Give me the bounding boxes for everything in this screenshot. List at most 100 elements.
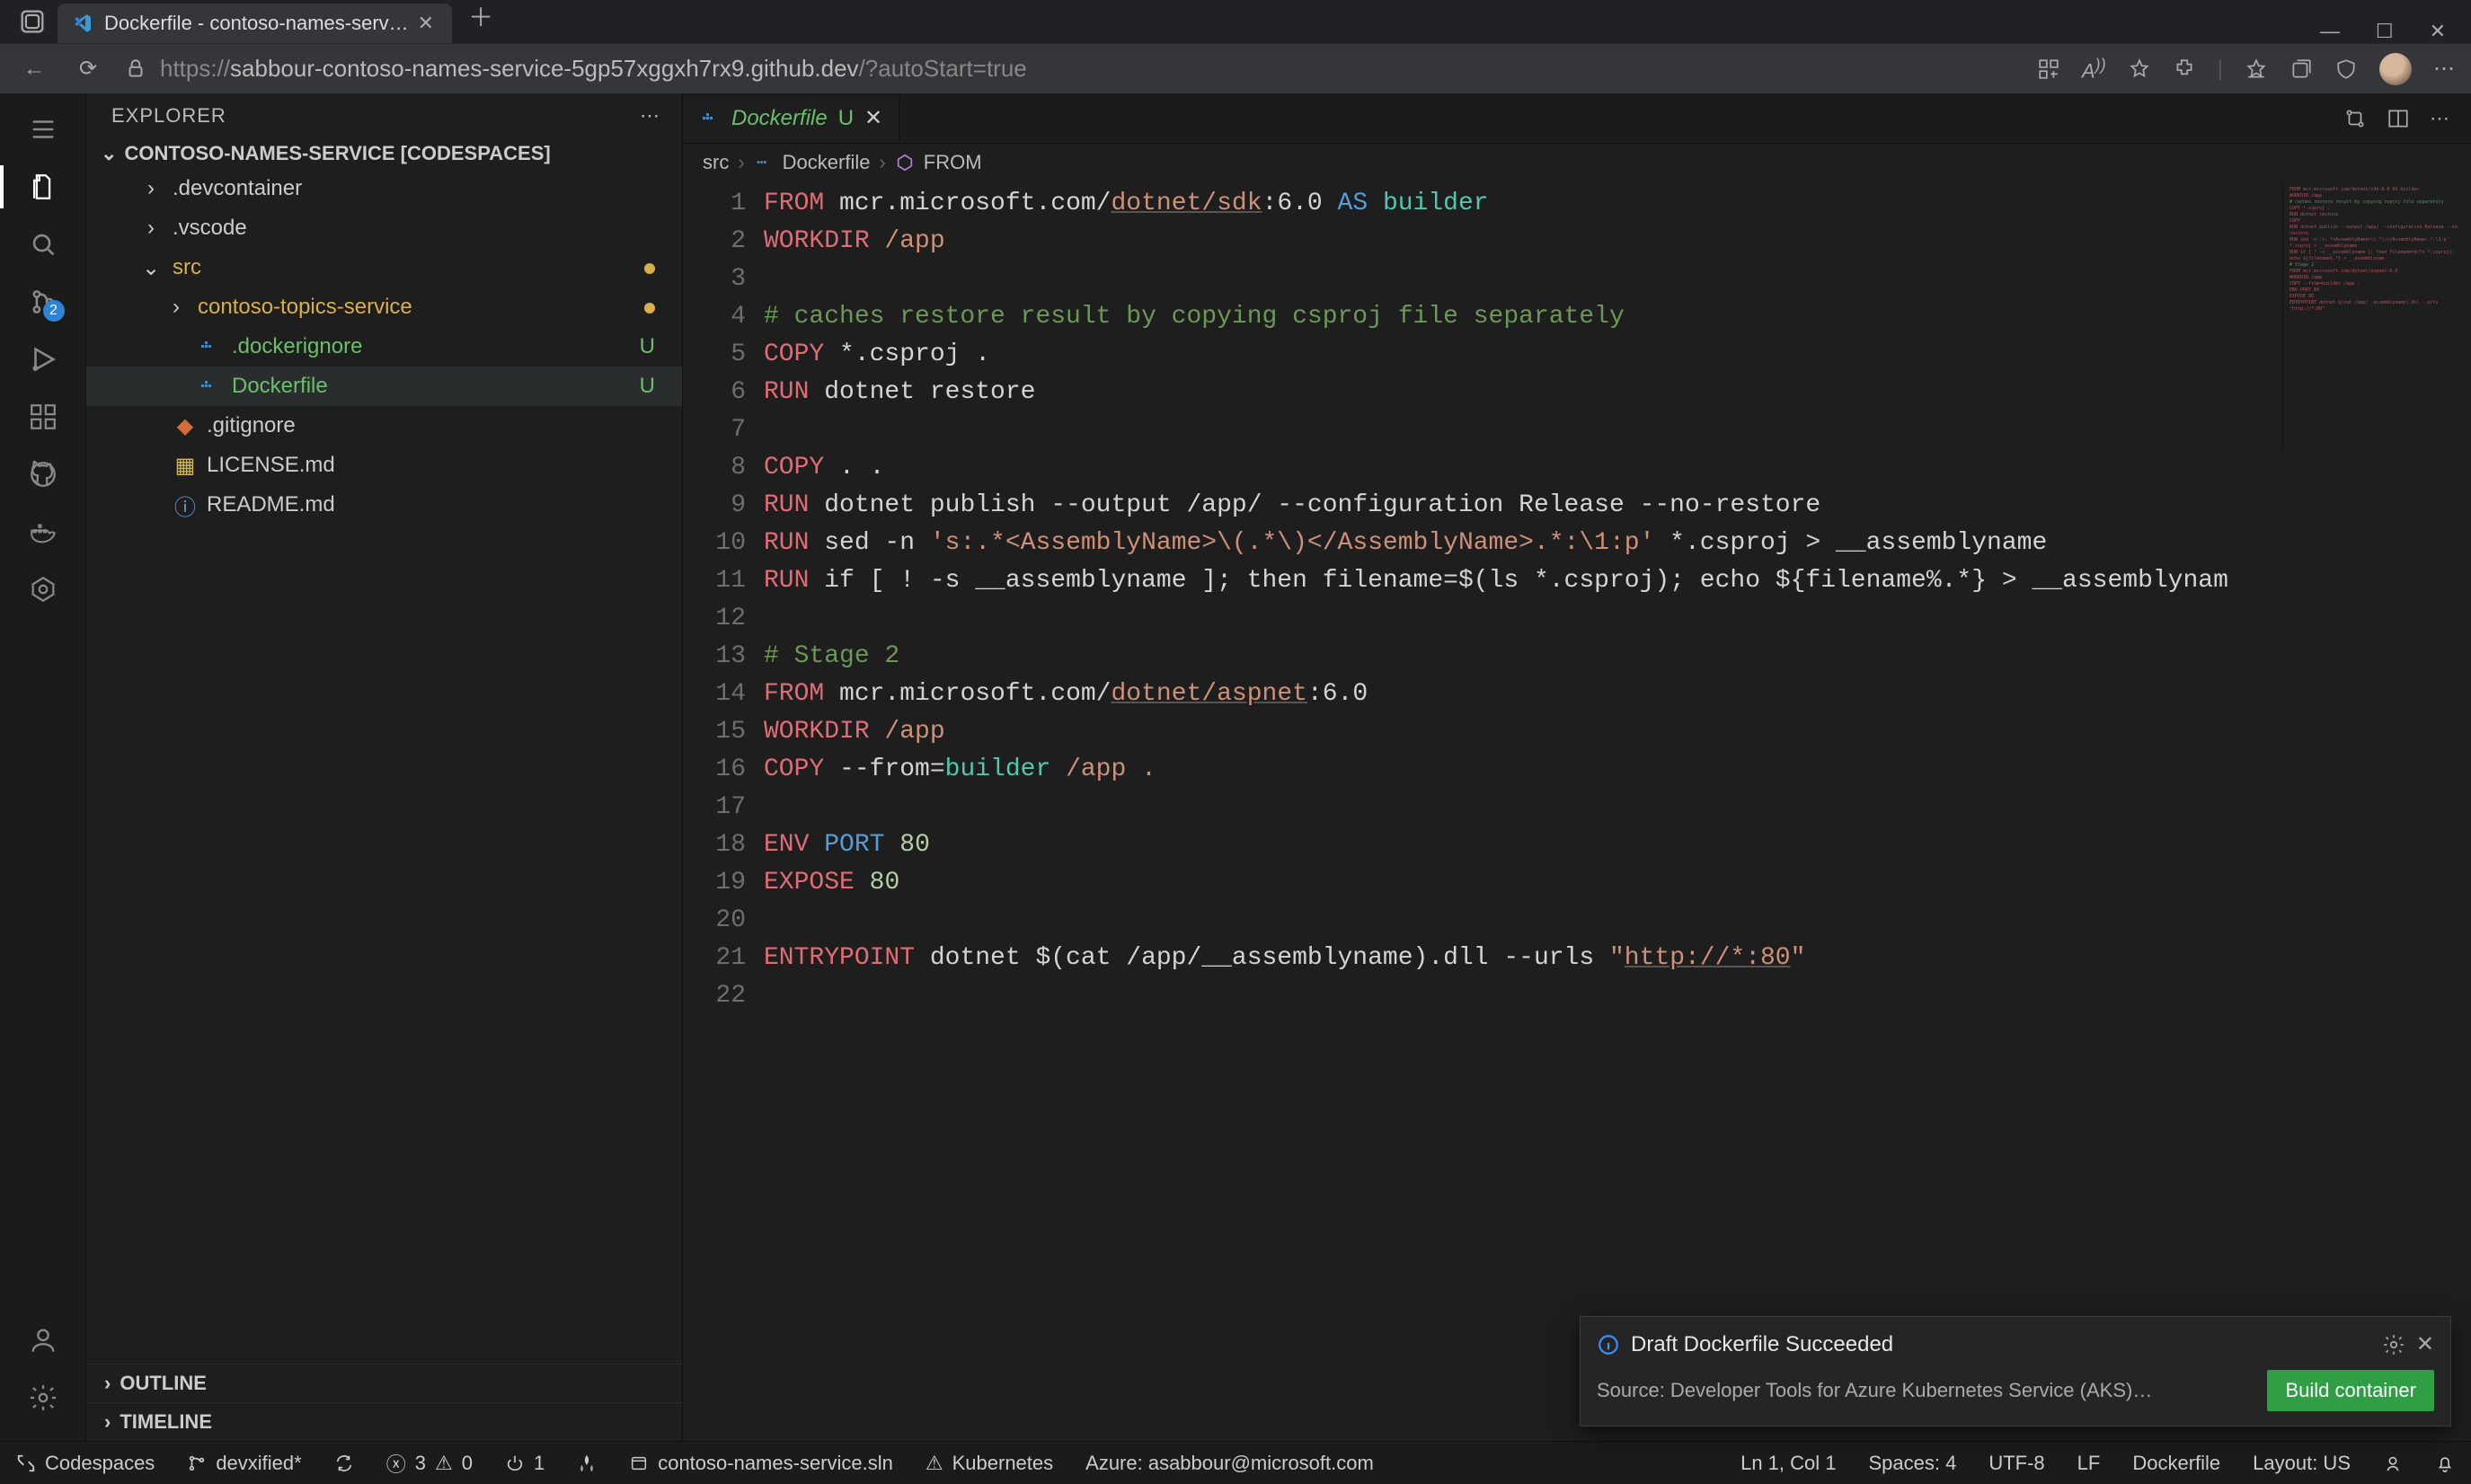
window-minimize-icon[interactable]: —: [2320, 20, 2340, 43]
status-feedback-icon[interactable]: [2367, 1453, 2419, 1473]
symbol-icon: [895, 153, 915, 172]
folder-item[interactable]: ›.vscode: [86, 208, 682, 248]
status-notifications-icon[interactable]: [2419, 1453, 2471, 1473]
editor-tab-dockerfile[interactable]: Dockerfile U ✕: [683, 96, 899, 140]
apps-icon[interactable]: [2037, 57, 2060, 81]
read-aloud-icon[interactable]: A)): [2082, 55, 2106, 83]
item-label: .devcontainer: [173, 176, 302, 201]
activity-run-debug-icon[interactable]: [18, 334, 68, 384]
status-language[interactable]: Dockerfile: [2116, 1452, 2236, 1475]
workspace-title-row[interactable]: ⌄ CONTOSO-NAMES-SERVICE [CODESPACES]: [86, 138, 682, 169]
build-container-button[interactable]: Build container: [2267, 1370, 2434, 1411]
file-item[interactable]: Dockerfile U: [86, 367, 682, 406]
source-control-badge: 2: [43, 300, 65, 322]
tab-close-icon[interactable]: ✕: [864, 105, 882, 131]
folder-item[interactable]: ›contoso-topics-service: [86, 287, 682, 327]
browser-app-icon[interactable]: [11, 0, 54, 43]
activity-extensions-icon[interactable]: [18, 392, 68, 442]
status-branch[interactable]: devxified*: [171, 1452, 317, 1475]
activity-search-icon[interactable]: [18, 219, 68, 269]
item-label: .gitignore: [207, 413, 296, 438]
editor-menu-icon[interactable]: ⋯: [2430, 107, 2449, 130]
status-ports[interactable]: 1: [489, 1452, 561, 1475]
status-problems[interactable]: ⓧ3 ⚠0: [370, 1449, 489, 1478]
status-solution[interactable]: contoso-names-service.sln: [613, 1452, 909, 1475]
file-tree: › .devcontainer ›.vscode ⌄ src ›contoso-topic…: [86, 169, 682, 1364]
window-close-icon[interactable]: ✕: [2430, 20, 2446, 43]
timeline-section[interactable]: › TIMELINE: [86, 1402, 682, 1441]
shield-icon[interactable]: [2334, 57, 2358, 81]
code-editor[interactable]: 12345678910111213141516171819202122 FROM…: [683, 181, 2471, 1441]
collections-icon[interactable]: [2289, 57, 2313, 81]
breadcrumb[interactable]: src › Dockerfile › FROM: [683, 144, 2471, 181]
split-editor-icon[interactable]: [2387, 107, 2410, 130]
activity-source-control-icon[interactable]: 2: [18, 277, 68, 327]
extensions-icon[interactable]: [2173, 57, 2196, 81]
item-label: LICENSE.md: [207, 453, 335, 478]
info-icon: ⓘ: [173, 490, 198, 521]
item-label: Dockerfile: [232, 374, 328, 399]
status-encoding[interactable]: UTF-8: [1972, 1452, 2060, 1475]
tab-close-icon[interactable]: ✕: [418, 12, 434, 35]
status-layout[interactable]: Layout: US: [2236, 1452, 2367, 1475]
lock-icon: [124, 57, 147, 81]
git-icon: ◆: [173, 413, 198, 439]
activity-docker-icon[interactable]: [18, 507, 68, 557]
activity-github-icon[interactable]: [18, 449, 68, 499]
window-maximize-icon[interactable]: ☐: [2376, 20, 2394, 43]
status-kubernetes[interactable]: ⚠Kubernetes: [909, 1452, 1069, 1475]
docker-file-icon: [754, 153, 774, 172]
compare-changes-icon[interactable]: [2343, 107, 2367, 130]
activity-kubernetes-icon[interactable]: [18, 564, 68, 614]
close-icon[interactable]: ✕: [2416, 1331, 2434, 1357]
file-item[interactable]: ◆ .gitignore: [86, 406, 682, 446]
gear-icon[interactable]: [2382, 1333, 2405, 1356]
address-bar[interactable]: https://sabbour-contoso-names-service-5g…: [124, 55, 2019, 83]
browser-tab[interactable]: Dockerfile - contoso-names-serv… ✕: [58, 4, 452, 43]
status-azure[interactable]: Azure: asabbour@microsoft.com: [1069, 1452, 1390, 1475]
profile-avatar[interactable]: [2379, 53, 2412, 85]
docker-file-icon: [699, 108, 721, 129]
file-item[interactable]: ⓘ README.md: [86, 485, 682, 525]
scm-status: U: [640, 374, 673, 399]
status-indentation[interactable]: Spaces: 4: [1852, 1452, 1972, 1475]
activity-settings-icon[interactable]: [18, 1373, 68, 1423]
activity-explorer-icon[interactable]: [18, 162, 68, 212]
chevron-down-icon: ⌄: [138, 255, 164, 281]
browser-back-button[interactable]: ←: [16, 57, 52, 82]
chevron-right-icon: ›: [138, 176, 164, 201]
status-sync[interactable]: [318, 1453, 370, 1473]
scm-status: [644, 255, 673, 280]
status-eol[interactable]: LF: [2061, 1452, 2117, 1475]
status-codespaces[interactable]: Codespaces: [0, 1452, 171, 1475]
status-cursor-position[interactable]: Ln 1, Col 1: [1724, 1452, 1852, 1475]
chevron-down-icon: ⌄: [101, 142, 117, 165]
notification-toast: Draft Dockerfile Succeeded ✕ Source: Dev…: [1580, 1316, 2451, 1427]
browser-menu-icon[interactable]: ⋯: [2433, 56, 2455, 82]
explorer-menu-icon[interactable]: ⋯: [640, 104, 660, 128]
item-label: README.md: [207, 492, 335, 517]
status-bar: Codespaces devxified* ⓧ3 ⚠0 1 contoso-na…: [0, 1441, 2471, 1484]
minimap[interactable]: FROM mcr.microsoft.com/dotnet/sdk:6.0 AS…: [2282, 181, 2471, 451]
item-label: src: [173, 255, 201, 280]
favorite-icon[interactable]: [2128, 57, 2151, 81]
activity-menu-icon[interactable]: [18, 104, 68, 155]
new-tab-button[interactable]: ＋: [456, 0, 506, 43]
explorer-title: EXPLORER: [111, 104, 226, 128]
file-item[interactable]: ▦ LICENSE.md: [86, 446, 682, 485]
notification-title: Draft Dockerfile Succeeded: [1631, 1332, 1893, 1357]
scm-status: U: [640, 334, 673, 359]
item-label: .dockerignore: [232, 334, 362, 359]
file-item[interactable]: .dockerignore U: [86, 327, 682, 367]
workspace-title: CONTOSO-NAMES-SERVICE [CODESPACES]: [124, 142, 550, 165]
folder-item[interactable]: › .devcontainer: [86, 169, 682, 208]
cert-icon: ▦: [173, 453, 198, 479]
outline-section[interactable]: › OUTLINE: [86, 1364, 682, 1402]
whale-icon: [198, 375, 223, 397]
browser-refresh-button[interactable]: ⟳: [70, 56, 106, 82]
activity-accounts-icon[interactable]: [18, 1315, 68, 1365]
item-label: .vscode: [173, 216, 247, 241]
status-live-share[interactable]: [561, 1453, 613, 1473]
folder-item[interactable]: ⌄ src: [86, 248, 682, 287]
favorites-list-icon[interactable]: [2245, 57, 2268, 81]
